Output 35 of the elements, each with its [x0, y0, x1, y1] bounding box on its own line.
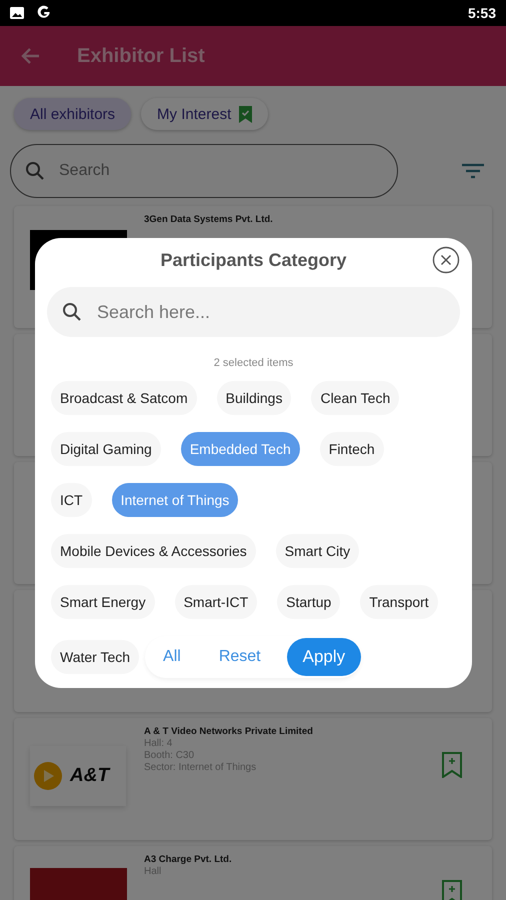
search-icon — [25, 161, 45, 181]
logo-text: A&T — [70, 765, 110, 787]
back-icon[interactable] — [21, 47, 41, 65]
clock: 5:53 — [468, 5, 496, 21]
category-chip[interactable]: Digital Gaming — [51, 432, 161, 466]
category-chip[interactable]: Buildings — [216, 381, 292, 415]
category-chip[interactable]: Broadcast & Satcom — [51, 381, 197, 415]
category-chip[interactable]: ICT — [51, 483, 92, 517]
category-chip[interactable]: Smart-ICT — [174, 585, 258, 619]
g-icon — [36, 5, 52, 21]
bookmark-icon[interactable] — [442, 880, 462, 900]
apply-button[interactable]: Apply — [286, 638, 362, 676]
play-icon — [34, 762, 62, 790]
bookmark-icon[interactable] — [442, 752, 462, 778]
page-title: Exhibitor List — [77, 44, 205, 68]
exhibitor-name: A3 Charge Pvt. Ltd. — [144, 854, 232, 865]
dialog-title: Participants Category — [160, 250, 347, 272]
category-chip[interactable]: Startup — [277, 585, 340, 619]
category-chip[interactable]: Fintech — [320, 432, 384, 466]
category-chip[interactable]: Water Tech — [51, 640, 140, 674]
category-chip[interactable]: Smart Energy — [51, 585, 155, 619]
category-chip[interactable]: Transport — [360, 585, 438, 619]
search-field[interactable]: Search here... — [47, 287, 460, 337]
exhibitor-name: 3Gen Data Systems Pvt. Ltd. — [144, 214, 273, 225]
category-chip[interactable]: Clean Tech — [311, 381, 400, 415]
filter-tab[interactable]: My Interest — [141, 98, 268, 130]
bookmark-icon — [239, 106, 252, 122]
category-chip[interactable]: Smart City — [276, 534, 360, 568]
close-icon[interactable] — [432, 246, 460, 274]
exhibitor-name: A & T Video Networks Private Limited — [144, 726, 313, 737]
selected-count: 2 selected items — [212, 357, 294, 369]
category-chip[interactable]: Mobile Devices & Accessories — [51, 534, 256, 568]
filter-icon[interactable] — [462, 163, 484, 179]
image-icon — [10, 7, 24, 19]
search-field[interactable]: Search — [10, 144, 398, 198]
